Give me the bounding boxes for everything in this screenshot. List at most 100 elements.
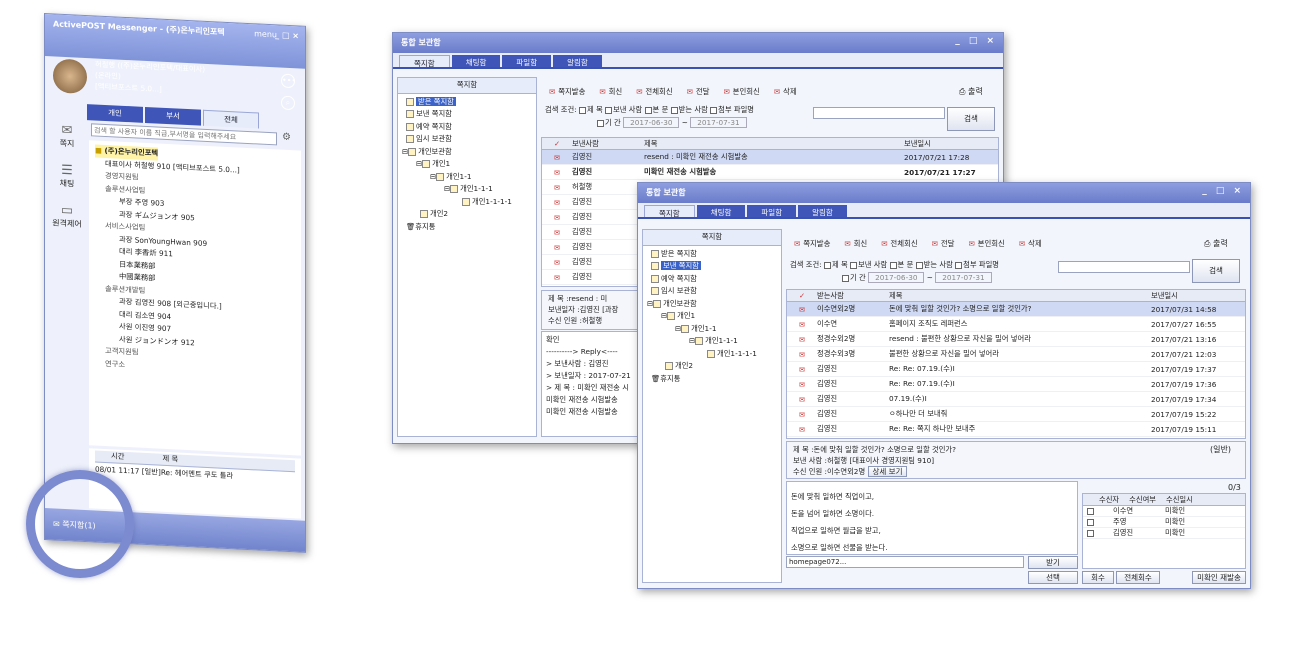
body-line: 돈을 넘어 일하면 소명이다. — [791, 509, 875, 518]
w1-reply-all-button[interactable]: 전체회신 — [636, 86, 672, 97]
w1-folder-temp[interactable]: 임시 보관함 — [402, 133, 532, 146]
w1-folder-personal[interactable]: ⊟ 개인보관함 — [402, 146, 532, 159]
menu-button[interactable]: menu — [254, 29, 277, 39]
table-row[interactable]: ✉ 김영진 Re: Re: 쪽지 하나만 보내주 2017/07/19 15:11 — [787, 422, 1245, 437]
w1-search-button[interactable]: 검색 — [947, 107, 995, 131]
w2-search-button[interactable]: 검색 — [1192, 259, 1240, 283]
archive-window-front: 통합 보관함 _ □ × 쪽지함 채팅함 파일함 알림함 쪽지함 받은 쪽지함 보… — [637, 182, 1251, 589]
memo-icon: ✉ — [798, 319, 806, 329]
w1-folder-reserved[interactable]: 예약 쪽지함 — [402, 121, 532, 134]
w1-delete-button[interactable]: 삭제 — [774, 86, 797, 97]
w1-folder-trash[interactable]: 🗑휴지통 — [402, 221, 532, 234]
w2-detail-button[interactable]: 상세 보기 — [867, 466, 908, 477]
w2-folder-inbox[interactable]: 받은 쪽지함 — [647, 248, 777, 261]
w1-tree-head: 쪽지함 — [398, 78, 536, 94]
w2-self-reply-button[interactable]: 본인회신 — [968, 238, 1005, 249]
w1-search-input[interactable] — [813, 107, 945, 119]
w2-folder-sent[interactable]: 보낸 쪽지함 — [647, 260, 777, 273]
w2-tab-chat[interactable]: 채팅함 — [696, 205, 746, 217]
table-row[interactable]: ✉ 김영진 미확인 재전송 시험발송 2017/07/21 17:27 — [542, 165, 998, 180]
w1-date-to[interactable]: 2017-07-31 — [690, 117, 747, 128]
w1-window-buttons[interactable]: _ □ × — [955, 36, 997, 46]
table-row[interactable]: ✉ 정경수외2명 resend : 불편한 상황으로 자신을 밀어 넣어라 2017/… — [787, 332, 1245, 347]
w2-folder-reserved[interactable]: 예약 쪽지함 — [647, 273, 777, 286]
w2-forward-button[interactable]: 전달 — [932, 238, 955, 249]
w2-window-buttons[interactable]: _ □ × — [1202, 186, 1244, 196]
recipient-row[interactable]: 주영 미확인 — [1083, 517, 1245, 528]
tab-department[interactable]: 부서 — [145, 106, 201, 126]
w2-folder-p1111[interactable]: 개인1-1-1-1 — [647, 348, 777, 361]
w1-folder-p1[interactable]: ⊟ 개인1 — [402, 158, 532, 171]
w2-date-to[interactable]: 2017-07-31 — [935, 272, 992, 283]
w2-date-from[interactable]: 2017-06-30 — [868, 272, 925, 283]
w1-tabs: 쪽지함 채팅함 파일함 알림함 — [393, 53, 1003, 69]
w2-attachment[interactable]: homepage072... — [786, 556, 1024, 568]
window-buttons[interactable]: _ □ × — [275, 30, 299, 40]
w1-titlebar: 통합 보관함 _ □ × — [393, 33, 1003, 53]
w1-folder-p11[interactable]: ⊟ 개인1-1 — [402, 171, 532, 184]
w2-resend-unread-button[interactable]: 미확인 재발송 — [1192, 571, 1246, 584]
w1-date-from[interactable]: 2017-06-30 — [623, 117, 680, 128]
w2-folder-p1[interactable]: ⊟ 개인1 — [647, 310, 777, 323]
search-icon[interactable]: ⌕ — [281, 95, 295, 111]
more-icon[interactable]: ••• — [281, 73, 296, 89]
tab-all[interactable]: 전체 — [203, 109, 259, 129]
w1-print-button[interactable]: ⎙ 출력 — [959, 86, 983, 97]
w2-folder-p11[interactable]: ⊟ 개인1-1 — [647, 323, 777, 336]
w2-list-header: ✓ 받는사람 제목 보낸일시 — [787, 290, 1245, 302]
w2-folder-temp[interactable]: 임시 보관함 — [647, 285, 777, 298]
w2-message-meta: 제 목 :돈에 맞춰 일할 것인가? 소명으로 일할 것인가? 보낸 사람 :허… — [786, 441, 1246, 479]
w1-folder-p111[interactable]: ⊟ 개인1-1-1 — [402, 183, 532, 196]
table-row[interactable]: ✉ 이수연외2명 돈에 맞춰 일할 것인가? 소명으로 일할 것인가? 2017/07… — [787, 302, 1245, 317]
w2-reply-all-button[interactable]: 전체회신 — [881, 238, 917, 249]
w2-message-body: 돈에 맞춰 일하면 직업이고, 돈을 넘어 일하면 소명이다. 직업으로 일하면 월… — [786, 481, 1078, 555]
side-nav-chat[interactable]: ☰ 채팅 — [47, 158, 87, 200]
w2-delete-button[interactable]: 삭제 — [1019, 238, 1042, 249]
w1-reply-button[interactable]: 회신 — [599, 86, 623, 97]
w2-reply-button[interactable]: 회신 — [844, 238, 868, 249]
recipient-row[interactable]: 이수연 미확인 — [1083, 506, 1245, 517]
w1-search-area: 검색 조건: 제 목 보낸 사람 본 문 받는 사람 첨부 파일명 기 간 20… — [545, 105, 755, 128]
w2-print-button[interactable]: ⎙ 출력 — [1204, 238, 1228, 249]
w2-search-input[interactable] — [1058, 261, 1190, 273]
gear-icon[interactable]: ⚙ — [282, 132, 291, 143]
w2-recall-button[interactable]: 회수 — [1082, 571, 1114, 584]
recipient-row[interactable]: 김영진 미확인 — [1083, 528, 1245, 539]
table-row[interactable]: ✉ 김영진 07.19.(수)I 2017/07/19 17:34 — [787, 392, 1245, 407]
body-line: 직업으로 일하면 월급을 받고, — [791, 526, 881, 535]
w2-select-button[interactable]: 선택 — [1028, 571, 1078, 584]
w1-folder-p2[interactable]: 개인2 — [402, 208, 532, 221]
tab-personal[interactable]: 개인 — [87, 104, 143, 123]
table-row[interactable]: ✉ 이수연 홈페이지 조직도 레퍼런스 2017/07/27 16:55 — [787, 317, 1245, 332]
w1-toolbar: 쪽지발송 회신 전체회신 전달 본인회신 삭제 — [549, 86, 797, 97]
side-nav-memo[interactable]: ✉ 쪽지 — [47, 118, 87, 160]
w2-tab-alert[interactable]: 알림함 — [798, 205, 847, 217]
w2-receive-button[interactable]: 받기 — [1028, 556, 1078, 569]
w2-folder-p111[interactable]: ⊟ 개인1-1-1 — [647, 335, 777, 348]
w1-self-reply-button[interactable]: 본인회신 — [723, 86, 760, 97]
w2-send-button[interactable]: 쪽지발송 — [794, 238, 830, 249]
table-row[interactable]: ✉ 김영진 ㅇ하나만 더 보내줘 2017/07/19 15:22 — [787, 407, 1245, 422]
w2-folder-personal[interactable]: ⊟ 개인보관함 — [647, 298, 777, 311]
w1-folder-inbox[interactable]: 받은 쪽지함 — [402, 96, 532, 109]
w1-folder-sent[interactable]: 보낸 쪽지함 — [402, 108, 532, 121]
w1-tab-alert[interactable]: 알림함 — [553, 55, 602, 67]
w2-tab-file[interactable]: 파일함 — [747, 205, 797, 217]
w2-recall-all-button[interactable]: 전체회수 — [1116, 571, 1160, 584]
w1-tab-memo[interactable]: 쪽지함 — [399, 55, 450, 68]
side-nav-remote[interactable]: ▭ 원격제어 — [47, 198, 87, 240]
w1-tab-file[interactable]: 파일함 — [502, 55, 552, 67]
table-row[interactable]: ✉ 김영진 Re: Re: 07.19.(수)I 2017/07/19 17:36 — [787, 377, 1245, 392]
w2-tab-memo[interactable]: 쪽지함 — [644, 205, 695, 218]
w2-folder-trash[interactable]: 🗑휴지통 — [647, 373, 777, 386]
table-row[interactable]: ✉ 정경수외3명 불편한 상황으로 자신을 밀어 넣어라 2017/07/21 12:… — [787, 347, 1245, 362]
w1-tab-chat[interactable]: 채팅함 — [451, 55, 501, 67]
table-row[interactable]: ✉ 김영진 Re: Re: 07.19.(수)I 2017/07/19 17:37 — [787, 362, 1245, 377]
side-nav: ✉ 쪽지 ☰ 채팅 ▭ 원격제어 — [47, 118, 87, 240]
w1-forward-button[interactable]: 전달 — [687, 86, 710, 97]
w1-folder-p1111[interactable]: 개인1-1-1-1 — [402, 196, 532, 209]
trash-icon: 🗑 — [406, 221, 416, 231]
w2-folder-p2[interactable]: 개인2 — [647, 360, 777, 373]
w1-send-button[interactable]: 쪽지발송 — [549, 86, 585, 97]
table-row[interactable]: ✉ 김영진 resend : 미확인 재전송 시험발송 2017/07/21 17:2… — [542, 150, 998, 165]
